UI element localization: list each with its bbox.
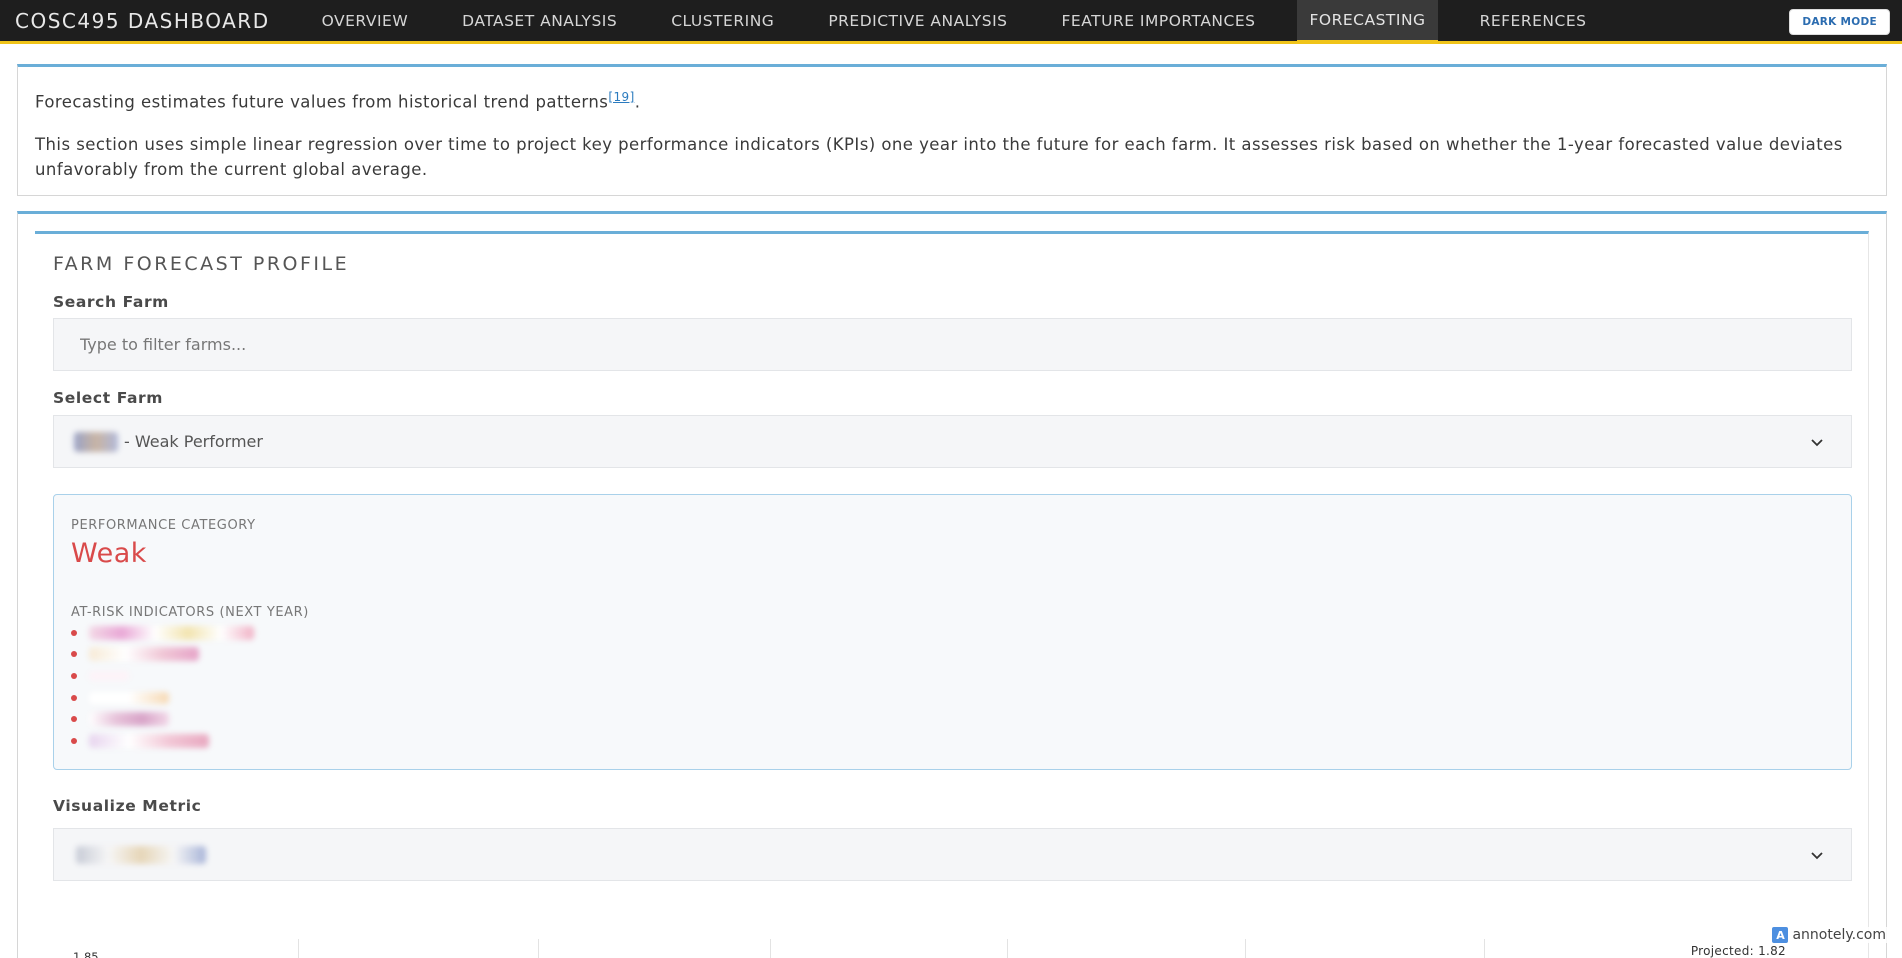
risk-label: AT-RISK INDICATORS (NEXT YEAR) [71, 605, 309, 620]
redacted-indicator [89, 691, 169, 704]
bullet-icon [71, 629, 77, 636]
intro-text-1: Forecasting estimates future values from… [35, 92, 609, 112]
nav-overview[interactable]: OVERVIEW [310, 0, 421, 43]
chart-gridline [770, 939, 771, 958]
nav-feature-importances[interactable]: FEATURE IMPORTANCES [1050, 0, 1268, 43]
citation-link[interactable]: [19] [608, 90, 634, 104]
redacted-indicator [89, 625, 254, 640]
bullet-icon [71, 672, 77, 679]
bullet-icon [71, 651, 77, 658]
list-item [71, 687, 254, 709]
brand-title[interactable]: COSC495 DASHBOARD [15, 9, 270, 33]
chart-gridline [1007, 939, 1008, 958]
bullet-icon [71, 737, 77, 744]
nav-predictive-analysis[interactable]: PREDICTIVE ANALYSIS [816, 0, 1019, 43]
redacted-indicator [89, 670, 129, 681]
list-item [71, 708, 254, 730]
intro-period: . [634, 92, 641, 112]
chart-gridline [538, 939, 539, 958]
list-item [71, 730, 254, 752]
search-farm-field[interactable] [53, 318, 1852, 371]
category-label: PERFORMANCE CATEGORY [71, 518, 256, 533]
bullet-icon [71, 694, 77, 701]
intro-card: Forecasting estimates future values from… [17, 64, 1887, 196]
watermark: A annotely.com [1770, 927, 1888, 943]
redacted-farm-name [74, 431, 118, 452]
dark-mode-button[interactable]: DARK MODE [1789, 9, 1890, 35]
risk-indicator-list [71, 622, 254, 752]
watermark-text: annotely.com [1792, 927, 1886, 943]
category-value: Weak [71, 538, 147, 569]
redacted-metric-name [76, 845, 206, 864]
select-farm-value: - Weak Performer [124, 432, 263, 451]
top-navbar: COSC495 DASHBOARD OVERVIEW DATASET ANALY… [0, 0, 1902, 44]
performance-category-panel: PERFORMANCE CATEGORY Weak AT-RISK INDICA… [53, 494, 1852, 770]
nav-clustering[interactable]: CLUSTERING [659, 0, 786, 43]
list-item [71, 644, 254, 666]
nav-forecasting[interactable]: FORECASTING [1297, 0, 1438, 43]
intro-paragraph-2: This section uses simple linear regressi… [35, 134, 1843, 179]
redacted-indicator [89, 712, 169, 727]
select-farm-dropdown[interactable]: - Weak Performer [53, 415, 1852, 468]
search-farm-input[interactable] [80, 335, 1851, 354]
chevron-down-icon [1811, 439, 1823, 447]
intro-paragraph-1: Forecasting estimates future values from… [35, 85, 1869, 115]
nav-dataset-analysis[interactable]: DATASET ANALYSIS [450, 0, 629, 43]
forecast-chart: 1.85 Projected: 1.82 [53, 939, 1852, 958]
select-farm-label: Select Farm [53, 389, 164, 407]
list-item [71, 622, 254, 644]
chevron-down-icon [1811, 852, 1823, 860]
chart-gridline [298, 939, 299, 958]
list-item [71, 665, 254, 687]
projected-label: Projected: 1.82 [1690, 944, 1786, 958]
chart-gridline [1245, 939, 1246, 958]
annotely-logo-icon: A [1772, 927, 1789, 943]
bullet-icon [71, 716, 77, 723]
y-tick-label: 1.85 [73, 950, 99, 958]
metric-dropdown[interactable] [53, 828, 1852, 881]
visualize-metric-label: Visualize Metric [53, 797, 202, 815]
profile-title: FARM FORECAST PROFILE [53, 253, 350, 275]
redacted-indicator [89, 647, 199, 662]
nav-references[interactable]: REFERENCES [1468, 0, 1599, 43]
redacted-indicator [89, 733, 209, 748]
chart-gridline [1484, 939, 1485, 958]
search-farm-label: Search Farm [53, 293, 169, 311]
